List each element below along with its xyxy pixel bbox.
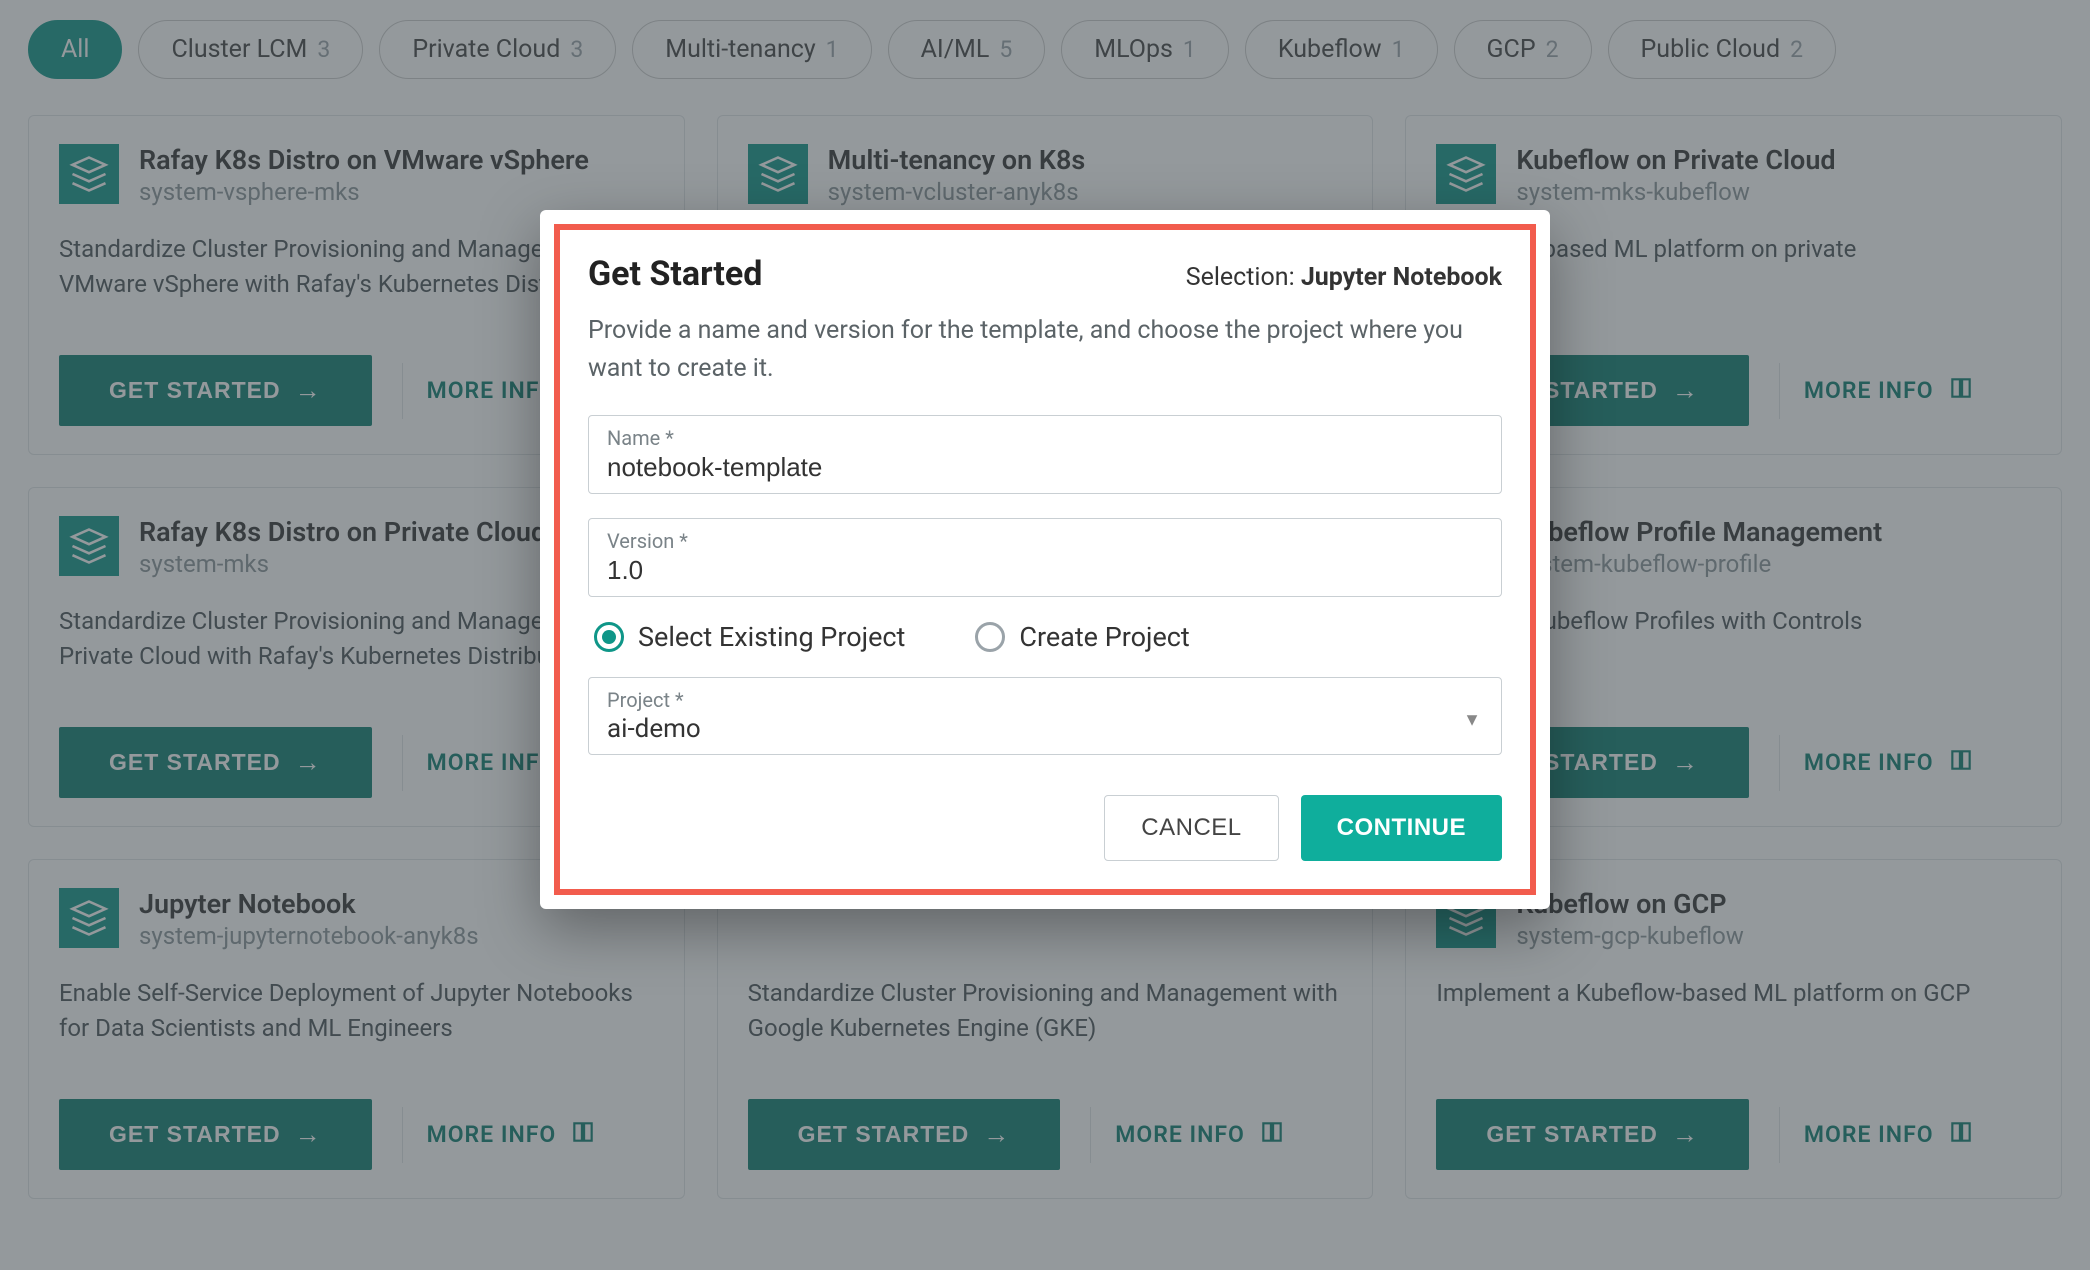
radio-dot-icon	[975, 622, 1005, 652]
radio-label: Create Project	[1019, 621, 1189, 653]
modal-overlay: Get Started Selection: Jupyter Notebook …	[0, 0, 2090, 1270]
get-started-modal: Get Started Selection: Jupyter Notebook …	[540, 210, 1550, 909]
modal-selection: Selection: Jupyter Notebook	[1186, 263, 1502, 292]
version-input[interactable]	[607, 555, 1483, 586]
field-label: Project *	[607, 688, 1483, 712]
modal-title: Get Started	[588, 254, 762, 294]
continue-button[interactable]: CONTINUE	[1301, 795, 1502, 861]
radio-create-project[interactable]: Create Project	[975, 621, 1189, 653]
project-select[interactable]: Project * ai-demo ▼	[588, 677, 1502, 755]
field-label: Name *	[607, 426, 1483, 450]
radio-dot-icon	[594, 622, 624, 652]
selection-value: Jupyter Notebook	[1301, 263, 1502, 292]
radio-select-existing[interactable]: Select Existing Project	[594, 621, 905, 653]
project-value: ai-demo	[607, 714, 1483, 744]
project-mode-radio-group: Select Existing Project Create Project	[594, 621, 1502, 653]
radio-label: Select Existing Project	[638, 621, 905, 653]
name-input[interactable]	[607, 452, 1483, 483]
field-label: Version *	[607, 529, 1483, 553]
cancel-button[interactable]: CANCEL	[1104, 795, 1278, 861]
name-field[interactable]: Name *	[588, 415, 1502, 494]
modal-description: Provide a name and version for the templ…	[588, 312, 1502, 387]
selection-label: Selection:	[1186, 263, 1295, 292]
version-field[interactable]: Version *	[588, 518, 1502, 597]
